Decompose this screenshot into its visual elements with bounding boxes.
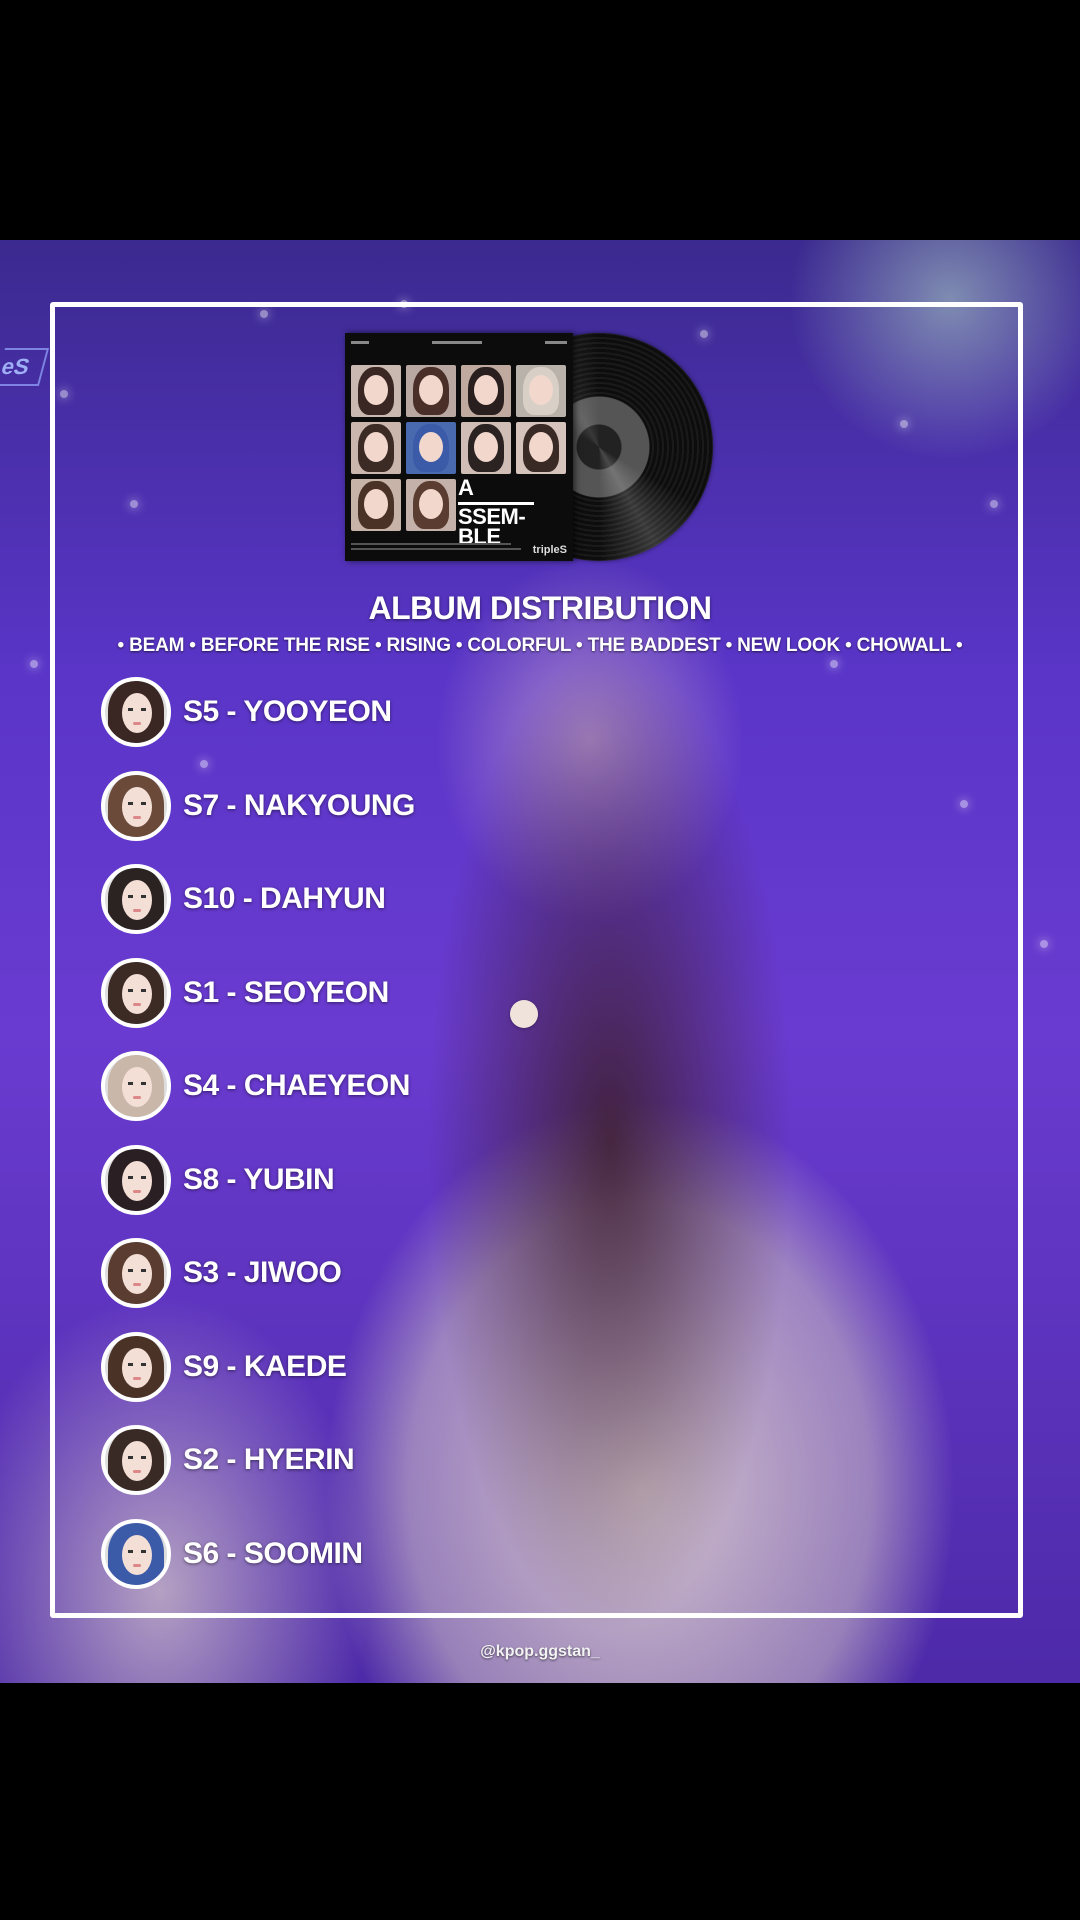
member-avatar <box>101 1519 171 1589</box>
member-avatar <box>101 958 171 1028</box>
member-label: S1 - SEOYEON <box>183 976 389 1009</box>
sparkle <box>30 660 38 668</box>
top-letterbox <box>0 0 1080 240</box>
member-label: S9 - KAEDE <box>183 1350 347 1383</box>
member-avatar <box>101 1238 171 1308</box>
album-photo <box>351 365 401 417</box>
album-title: A SSEM- BLE <box>458 475 534 548</box>
watermark: @kpop.ggstan_ <box>480 1643 600 1660</box>
member-row: S5 - YOOYEON <box>101 675 392 749</box>
album-photo <box>516 365 566 417</box>
sparkle <box>1040 940 1048 948</box>
member-avatar <box>101 771 171 841</box>
member-label: S3 - JIWOO <box>183 1256 342 1289</box>
album-photo <box>516 422 566 474</box>
member-avatar <box>101 1145 171 1215</box>
member-row: S7 - NAKYOUNG <box>101 769 415 843</box>
member-label: S7 - NAKYOUNG <box>183 789 415 822</box>
member-row: S3 - JIWOO <box>101 1236 342 1310</box>
member-row: S9 - KAEDE <box>101 1330 347 1404</box>
member-row: S1 - SEOYEON <box>101 956 389 1030</box>
album-brand: tripleS <box>532 544 567 556</box>
member-avatar <box>101 1332 171 1402</box>
member-label: S6 - SOOMIN <box>183 1537 363 1570</box>
member-row: S6 - SOOMIN <box>101 1517 363 1591</box>
album-photo <box>406 422 456 474</box>
album-title-line: A <box>458 475 474 500</box>
member-avatar <box>101 677 171 747</box>
album-photo <box>461 365 511 417</box>
member-row: S8 - YUBIN <box>101 1143 335 1217</box>
member-label: S8 - YUBIN <box>183 1163 335 1196</box>
album-sleeve: A SSEM- BLE tripleS <box>345 333 573 561</box>
bottom-letterbox <box>0 1683 1080 1920</box>
member-row: S10 - DAHYUN <box>101 862 386 936</box>
member-label: S2 - HYERIN <box>183 1443 355 1476</box>
member-row: S4 - CHAEYEON <box>101 1049 410 1123</box>
member-avatar <box>101 1425 171 1495</box>
member-label: S5 - YOOYEON <box>183 695 392 728</box>
page-title: ALBUM DISTRIBUTION <box>368 590 712 626</box>
member-avatar <box>101 864 171 934</box>
sleeve-fineprint <box>351 543 531 555</box>
era-list: • BEAM • BEFORE THE RISE • RISING • COLO… <box>117 635 963 656</box>
album-cover: A SSEM- BLE tripleS <box>345 333 713 561</box>
album-photo <box>406 365 456 417</box>
album-photo <box>406 479 456 531</box>
member-label: S10 - DAHYUN <box>183 882 386 915</box>
member-label: S4 - CHAEYEON <box>183 1069 410 1102</box>
member-avatar <box>101 1051 171 1121</box>
member-row: S2 - HYERIN <box>101 1423 355 1497</box>
album-photo <box>351 479 401 531</box>
sleeve-header <box>351 338 567 348</box>
album-photo <box>351 422 401 474</box>
album-photo <box>461 422 511 474</box>
